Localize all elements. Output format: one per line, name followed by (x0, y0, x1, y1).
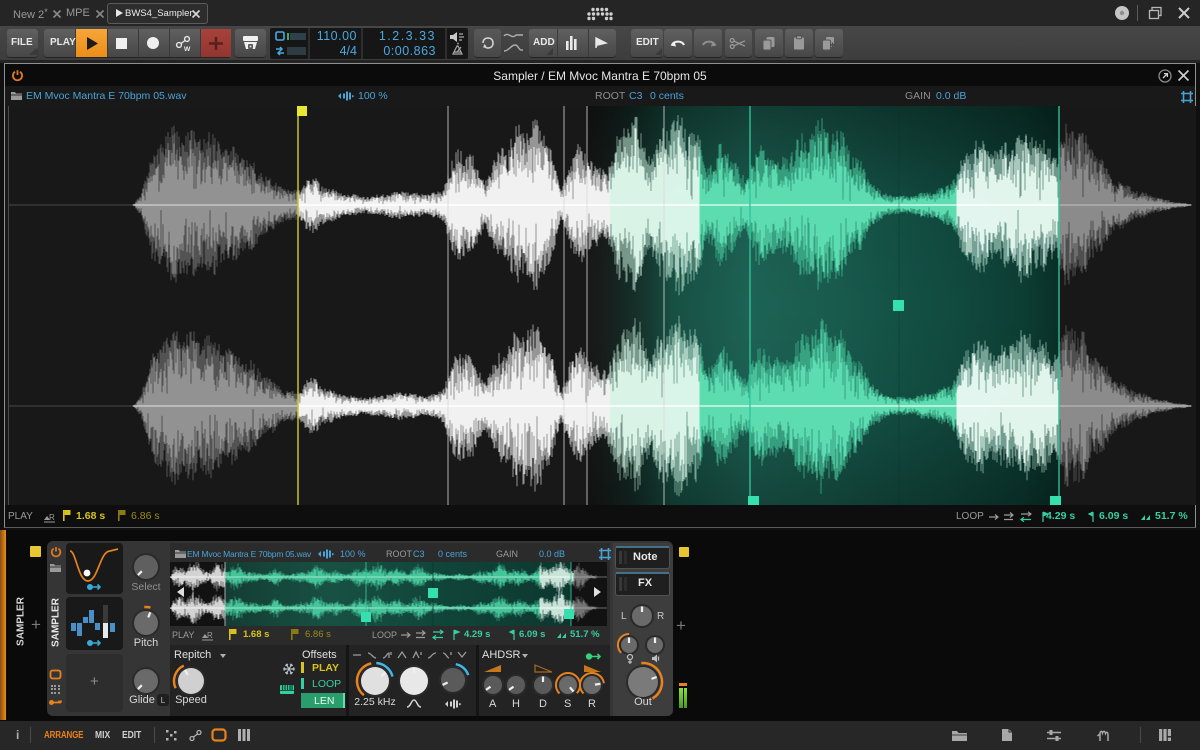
svg-text:R: R (49, 513, 55, 522)
svg-text:w: w (183, 44, 191, 52)
svg-text:R: R (207, 631, 213, 640)
